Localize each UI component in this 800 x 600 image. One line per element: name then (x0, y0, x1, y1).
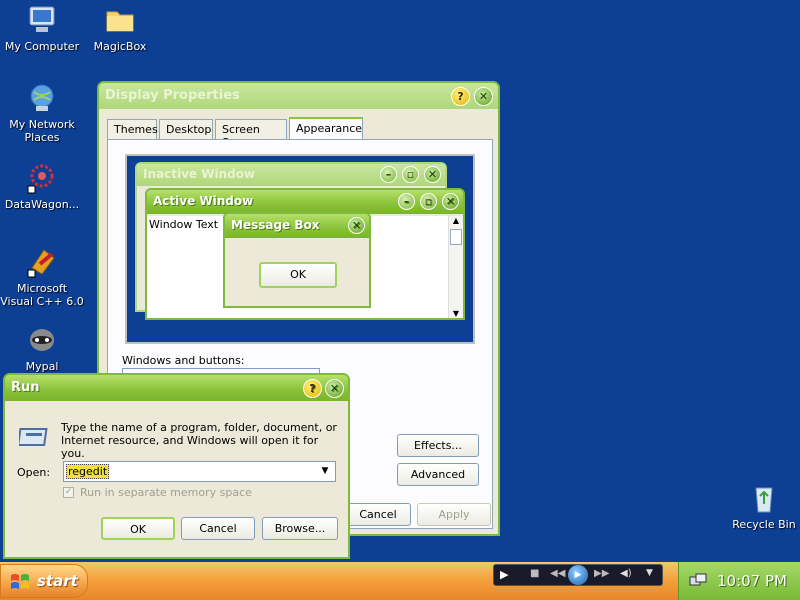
window-title: Run (11, 380, 40, 395)
desktop-icon-visual-cpp[interactable]: Microsoft Visual C++ 6.0 (0, 246, 84, 308)
folder-icon (106, 11, 134, 32)
close-icon: ✕ (329, 382, 340, 395)
display-properties-titlebar[interactable]: Display Properties ? ✕ (99, 83, 498, 109)
preview-message-box-titlebar: Message Box ✕ (225, 214, 369, 238)
start-button[interactable]: start (0, 564, 88, 598)
windows-logo-icon (11, 574, 29, 589)
preview-active-titlebar: Active Window – ▫ ✕ (147, 190, 463, 214)
open-input[interactable]: regedit (66, 464, 110, 479)
desktop-icon-label: My Computer (4, 40, 80, 53)
close-button[interactable]: ✕ (325, 379, 344, 398)
play-pause-icon[interactable]: ▶ (568, 565, 588, 585)
desktop-icon-my-network-places[interactable]: My Network Places (0, 82, 84, 144)
datawagon-icon (27, 164, 54, 194)
maximize-icon: ▫ (420, 193, 437, 210)
browse-button[interactable]: Browse... (262, 517, 338, 540)
tab-themes[interactable]: Themes (107, 119, 158, 139)
preview-inactive-titlebar: Inactive Window – ▫ ✕ (137, 164, 445, 186)
appearance-preview: Inactive Window – ▫ ✕ Active Window – ▫ … (125, 154, 475, 344)
desktop-icon-mypal[interactable]: Mypal (0, 324, 84, 373)
computer-icon (29, 6, 55, 32)
preview-message-box: Message Box ✕ OK (223, 212, 371, 308)
open-combobox[interactable]: regedit ▼ (63, 461, 336, 482)
minimize-icon: – (398, 193, 415, 210)
desktop-icon-recycle-bin[interactable]: Recycle Bin (722, 482, 800, 531)
run-titlebar[interactable]: Run ? ✕ (5, 375, 348, 401)
system-tray: 10:07 PM (678, 562, 800, 600)
recycle-bin-icon (755, 487, 773, 513)
windows-and-buttons-label: Windows and buttons: (122, 354, 245, 367)
desktop-icon-datawagon[interactable]: DataWagon... (0, 162, 84, 211)
previous-icon[interactable]: ◀◀ (550, 568, 565, 579)
separate-memory-checkbox[interactable]: ✓ (63, 487, 74, 498)
help-button[interactable]: ? (451, 87, 470, 106)
preview-scrollbar: ▲ ▼ (448, 216, 463, 318)
tab-desktop[interactable]: Desktop (159, 119, 213, 139)
desktop-icon-label: MagicBox (93, 40, 147, 53)
taskbar: start ▶ ■ ◀◀ ▶ ▶▶ ◀) ▼ 10:07 PM (0, 562, 800, 600)
effects-button[interactable]: Effects... (397, 434, 479, 457)
run-dialog: Run ? ✕ Type the name of a program, fold… (3, 373, 350, 559)
close-icon: ✕ (348, 217, 365, 234)
close-icon: ✕ (424, 166, 441, 183)
chevron-down-icon[interactable]: ▼ (317, 464, 333, 479)
play-icon[interactable]: ▶ (500, 568, 508, 581)
close-icon: ✕ (442, 193, 459, 210)
clock[interactable]: 10:07 PM (717, 572, 787, 590)
start-label: start (37, 572, 78, 590)
maximize-icon: ▫ (402, 166, 419, 183)
preview-window-text: Window Text (149, 218, 219, 231)
stop-icon[interactable]: ■ (530, 568, 539, 579)
preview-ok-button: OK (259, 262, 337, 288)
desktop-icon-label: Mypal (25, 360, 59, 373)
visual-cpp-icon (27, 249, 55, 278)
close-button[interactable]: ✕ (474, 87, 493, 106)
run-description: Type the name of a program, folder, docu… (61, 421, 337, 460)
volume-icon[interactable]: ◀) (620, 568, 632, 579)
network-icon (30, 84, 54, 111)
next-icon[interactable]: ▶▶ (594, 568, 609, 579)
cancel-button[interactable]: Cancel (181, 517, 255, 540)
desktop-icon-magicbox[interactable]: MagicBox (78, 4, 162, 53)
mypal-icon (30, 329, 54, 351)
network-tray-icon[interactable] (689, 572, 707, 590)
desktop-icon-label: Recycle Bin (732, 518, 796, 531)
tab-appearance[interactable]: Appearance (289, 117, 363, 139)
advanced-button[interactable]: Advanced (397, 463, 479, 486)
desktop-icon-my-computer[interactable]: My Computer (0, 4, 84, 53)
separate-memory-label: Run in separate memory space (80, 486, 252, 499)
minimize-icon: – (380, 166, 397, 183)
window-title: Display Properties (105, 88, 240, 103)
desktop-icon-label: Microsoft Visual C++ 6.0 (0, 282, 84, 308)
chevron-down-icon[interactable]: ▼ (646, 568, 653, 578)
run-icon (19, 428, 48, 446)
cancel-button[interactable]: Cancel (345, 503, 411, 526)
close-icon: ✕ (478, 90, 489, 103)
open-label: Open: (17, 466, 51, 479)
help-button[interactable]: ? (303, 379, 322, 398)
ok-button[interactable]: OK (101, 517, 175, 540)
media-player-toolbar: ▶ ■ ◀◀ ▶ ▶▶ ◀) ▼ (493, 564, 663, 586)
desktop-icon-label: My Network Places (9, 118, 75, 144)
tab-screen-saver[interactable]: Screen Saver (215, 119, 287, 149)
apply-button[interactable]: Apply (417, 503, 491, 526)
desktop-icon-label: DataWagon... (4, 198, 80, 211)
